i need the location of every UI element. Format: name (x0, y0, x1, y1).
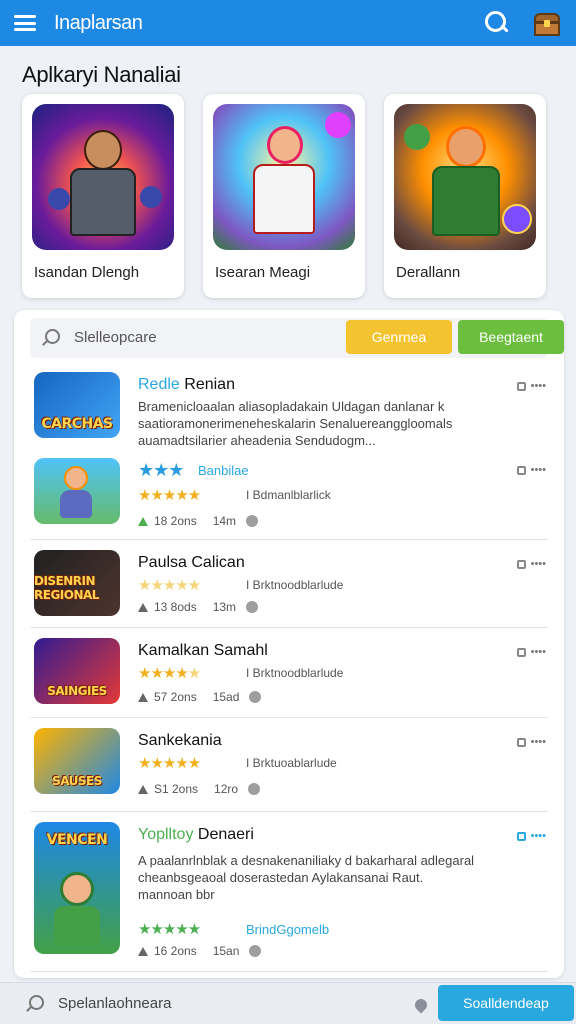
rating-text: I Brktnoodblarlude (246, 666, 344, 680)
featured-card-name: Isearan Meagi (215, 264, 311, 281)
app-icon (34, 458, 120, 524)
app-title: Inaplarsan (54, 11, 143, 34)
download-icon (138, 516, 148, 526)
treasure-chest-icon[interactable] (532, 8, 562, 38)
info-icon (248, 783, 261, 795)
info-icon (246, 601, 259, 613)
more-options[interactable]: •••• (516, 830, 546, 842)
more-options[interactable]: •••• (516, 380, 546, 392)
more-options[interactable]: •••• (516, 736, 546, 748)
rating-stars: ★★★★★ (138, 487, 201, 504)
bottom-bar: Spelanlaohneara Soalldendeap (0, 982, 576, 1024)
bottom-search-input[interactable]: Spelanlaohneara (58, 995, 171, 1012)
app-icon: VENCEN (34, 822, 120, 954)
featured-card[interactable]: Isandan Dlengh (22, 94, 184, 298)
square-icon (516, 465, 526, 475)
genre-button[interactable]: Genrnea (346, 320, 452, 354)
list-item[interactable]: VENCEN Yoplltoy Denaeri •••• A paalanrln… (30, 812, 548, 972)
app-title: Yoplltoy Denaeri (138, 826, 254, 843)
app-icon: SAUSES (34, 728, 120, 794)
hamburger-menu-icon[interactable] (14, 15, 36, 31)
app-meta: 57 2ons 15ad (138, 690, 262, 704)
segment-button[interactable]: Beegtaent (458, 320, 564, 354)
search-icon (26, 995, 44, 1013)
featured-card-name: Derallann (396, 264, 461, 281)
download-icon (138, 784, 148, 794)
download-icon (138, 602, 148, 612)
rating-stars: ★★★★★ (138, 755, 201, 772)
list-item[interactable]: DISENRIN REGIONAL Paulsa Calican •••• ★★… (30, 540, 548, 628)
info-icon (249, 945, 262, 957)
info-icon (249, 691, 262, 703)
app-meta: 16 2ons 15an (138, 944, 262, 958)
square-icon (516, 831, 526, 841)
rating-stars: ★★★★★ (138, 577, 201, 594)
rating-label: BrindGgomelb (246, 922, 330, 937)
game-art-image (394, 104, 536, 250)
list-item[interactable]: CARCHAS Redle Renian Bramenicloaalan ali… (30, 364, 548, 540)
rating-stars: ★★★★★ (138, 921, 201, 938)
search-icon (42, 329, 60, 347)
filter-input[interactable]: Slelleopcare (74, 329, 157, 346)
app-icon: CARCHAS (34, 372, 120, 438)
rating-stars: ★★★ (138, 460, 184, 480)
app-description: A paalanrlnblak a desnakenaniliaky d bak… (138, 853, 475, 902)
search-icon[interactable] (484, 10, 510, 36)
more-options[interactable]: •••• (516, 558, 546, 570)
app-icon: DISENRIN REGIONAL (34, 550, 120, 616)
featured-card[interactable]: Isearan Meagi (203, 94, 365, 298)
app-description: Bramenicloaalan aliasopladakain Uldagan … (138, 399, 453, 448)
rating-stars: ★★★★★ (138, 665, 201, 682)
more-options[interactable]: •••• (516, 646, 546, 658)
square-icon (516, 381, 526, 391)
download-icon (138, 692, 148, 702)
square-icon (516, 559, 526, 569)
download-icon (138, 946, 148, 956)
bottom-action-button[interactable]: Soalldendeap (438, 985, 574, 1021)
app-title: Kamalkan Samahl (138, 642, 268, 659)
featured-card-name: Isandan Dlengh (34, 264, 140, 281)
more-options[interactable]: •••• (516, 464, 546, 476)
app-title: Paulsa Calican (138, 554, 245, 571)
square-icon (516, 737, 526, 747)
info-icon (246, 515, 259, 527)
rating-label: Banbilae (198, 463, 249, 478)
game-art-image (213, 104, 355, 250)
app-meta: S1 2ons 12ro (138, 782, 261, 796)
filter-bar: Slelleopcare Genrnea Beegtaent (30, 318, 564, 358)
rating-text: I Brktnoodblarlude (246, 578, 344, 592)
game-art-image (32, 104, 174, 250)
rating-text: I Bdmanlblarlick (246, 488, 331, 502)
app-meta: 13 8ods 13m (138, 600, 259, 614)
list-item[interactable]: SAINGIES Kamalkan Samahl •••• ★★★★★ I Br… (30, 628, 548, 718)
featured-card[interactable]: Derallann (384, 94, 546, 298)
app-title: Redle Renian (138, 376, 235, 393)
featured-section-title: Aplkaryi Nanaliai (22, 62, 181, 87)
square-icon (516, 647, 526, 657)
app-list-card: Slelleopcare Genrnea Beegtaent CARCHAS R… (14, 310, 564, 978)
app-icon: SAINGIES (34, 638, 120, 704)
app-title: Sankekania (138, 732, 222, 749)
list-item[interactable]: SAUSES Sankekania •••• ★★★★★ I Brktuoabl… (30, 718, 548, 812)
app-meta: 18 2ons 14m (138, 514, 259, 528)
rating-text: I Brktuoablarlude (246, 756, 337, 770)
location-icon[interactable] (414, 995, 428, 1013)
app-bar: Inaplarsan (0, 0, 576, 46)
